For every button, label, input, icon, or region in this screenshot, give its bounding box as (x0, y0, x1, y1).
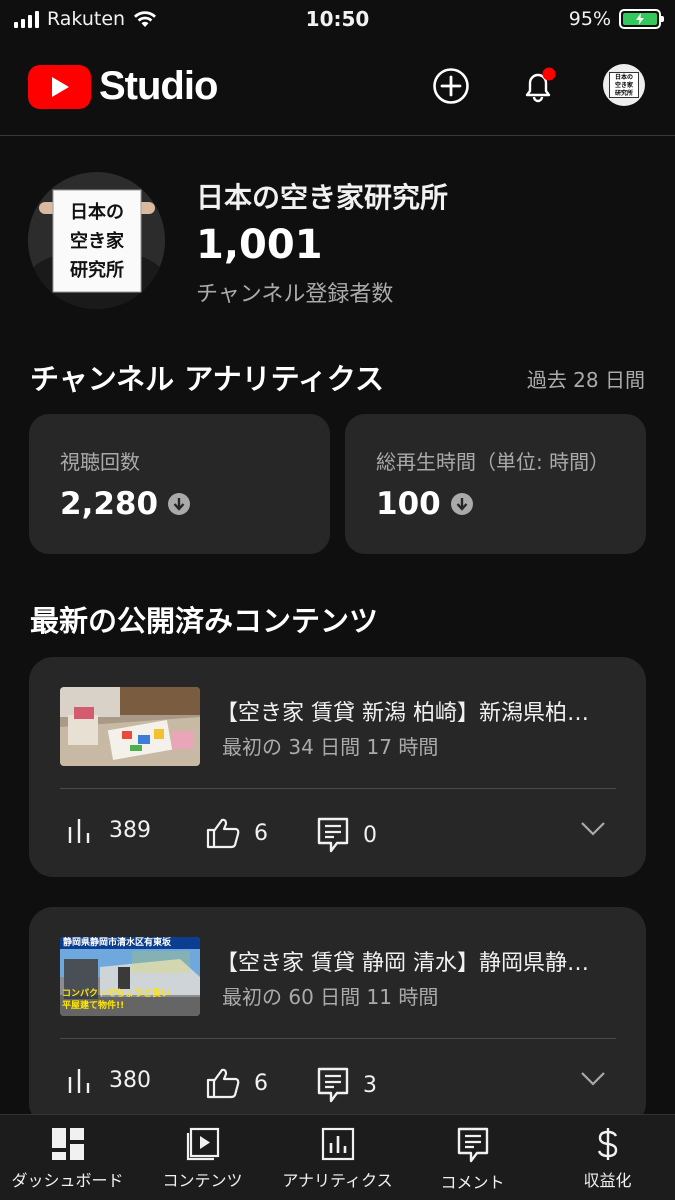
nav-label: ダッシュボード (11, 1171, 124, 1190)
divider (60, 788, 616, 789)
battery-percent: 95% (568, 8, 611, 30)
account-avatar[interactable]: 日本の 空き家 研究所 (603, 64, 645, 106)
watch-time-value-row: 100 (376, 486, 473, 522)
nav-comments[interactable]: コメント (405, 1115, 540, 1200)
views-metric: 389 (67, 817, 151, 843)
expand-button[interactable] (580, 1071, 606, 1091)
chevron-down-icon (581, 1072, 605, 1086)
bar-chart-icon (68, 1069, 90, 1093)
nav-label: コンテンツ (162, 1171, 243, 1190)
video-title[interactable]: 【空き家 賃貸 静岡 清水】静岡県静… (216, 945, 616, 977)
notifications-button[interactable] (518, 66, 558, 106)
video-period: 最初の 34 日間 17 時間 (222, 735, 439, 759)
comments-count: 3 (363, 1072, 377, 1098)
nav-content[interactable]: コンテンツ (135, 1115, 270, 1200)
views-value: 2,280 (60, 486, 159, 522)
down-arrow-icon (450, 493, 473, 515)
channel-avatar-sign-text: 日本の 空き家 研究所 (70, 202, 124, 281)
youtube-play-icon (28, 64, 91, 109)
comment-icon (317, 817, 349, 853)
comment-icon (317, 1067, 349, 1103)
nav-label: コメント (440, 1173, 505, 1192)
nav-label: 収益化 (583, 1171, 632, 1190)
plus-circle-icon (433, 68, 469, 104)
status-right: 95% (568, 8, 664, 30)
likes-metric: 6 (206, 817, 268, 849)
app-header: Studio 日本の 空き家 研究所 (0, 40, 675, 136)
down-arrow-icon (168, 493, 191, 515)
video-thumbnail[interactable] (60, 687, 200, 766)
comment-icon (457, 1127, 488, 1163)
bar-chart-icon (68, 819, 90, 843)
video-card[interactable]: 静岡県静岡市清水区有東坂 コンパクトでちょうど良い 平屋建て物件!! 【空き家 … (29, 907, 646, 1127)
views-card[interactable]: 視聴回数 2,280 (29, 414, 330, 554)
likes-count: 6 (254, 820, 268, 846)
expand-button[interactable] (580, 821, 606, 841)
dollar-icon (597, 1128, 617, 1160)
subscriber-label: チャンネル登録者数 (196, 282, 394, 307)
comments-metric: 0 (317, 817, 377, 853)
likes-metric: 6 (206, 1067, 268, 1099)
nav-label: アナリティクス (282, 1171, 393, 1190)
likes-count: 6 (254, 1070, 268, 1096)
chevron-down-icon (581, 822, 605, 836)
views-label: 視聴回数 (60, 450, 140, 474)
thumbs-up-icon (206, 818, 240, 849)
video-title[interactable]: 【空き家 賃貸 新潟 柏崎】新潟県柏… (216, 695, 616, 727)
divider (60, 1038, 616, 1039)
analytics-title: チャンネル アナリティクス (30, 362, 385, 396)
content-icon (186, 1127, 219, 1161)
thumbnail-caption-1: コンパクトでちょうど良い (62, 989, 171, 999)
views-value-row: 2,280 (60, 486, 191, 522)
channel-name: 日本の空き家研究所 (196, 181, 449, 214)
analytics-icon (321, 1127, 354, 1161)
bottom-nav: ダッシュボード コンテンツ アナリティクス コメント 収益化 (0, 1114, 675, 1200)
watch-time-value: 100 (376, 486, 441, 522)
comments-metric: 3 (317, 1067, 377, 1103)
latest-content-title: 最新の公開済みコンテンツ (30, 604, 379, 638)
nav-analytics[interactable]: アナリティクス (270, 1115, 405, 1200)
thumbnail-banner: 静岡県静岡市清水区有東坂 (63, 938, 172, 948)
status-bar: Rakuten 10:50 95% (0, 0, 675, 40)
logo-text: Studio (99, 64, 218, 108)
nav-dashboard[interactable]: ダッシュボード (0, 1115, 135, 1200)
studio-logo[interactable]: Studio (28, 64, 218, 109)
thumbnail-caption-2: 平屋建て物件!! (62, 1001, 125, 1011)
watch-time-label: 総再生時間（単位: 時間） (376, 450, 610, 474)
views-count: 389 (109, 817, 151, 843)
nav-monetization[interactable]: 収益化 (540, 1115, 675, 1200)
comments-count: 0 (363, 822, 377, 848)
analytics-period: 過去 28 日間 (526, 368, 645, 392)
dashboard-icon (51, 1128, 84, 1160)
video-card[interactable]: 【空き家 賃貸 新潟 柏崎】新潟県柏… 最初の 34 日間 17 時間 389 … (29, 657, 646, 877)
create-button[interactable] (431, 66, 471, 106)
video-period: 最初の 60 日間 11 時間 (222, 985, 439, 1009)
avatar-sign: 日本の 空き家 研究所 (609, 72, 639, 98)
battery-icon (619, 9, 664, 29)
video-thumbnail[interactable]: 静岡県静岡市清水区有東坂 コンパクトでちょうど良い 平屋建て物件!! (60, 937, 200, 1016)
views-count: 380 (109, 1067, 151, 1093)
thumbs-up-icon (206, 1068, 240, 1099)
watch-time-card[interactable]: 総再生時間（単位: 時間） 100 (345, 414, 646, 554)
bell-icon (525, 67, 556, 103)
subscriber-count: 1,001 (196, 222, 323, 268)
channel-avatar[interactable]: 日本の 空き家 研究所 (28, 172, 165, 309)
views-metric: 380 (67, 1067, 151, 1093)
